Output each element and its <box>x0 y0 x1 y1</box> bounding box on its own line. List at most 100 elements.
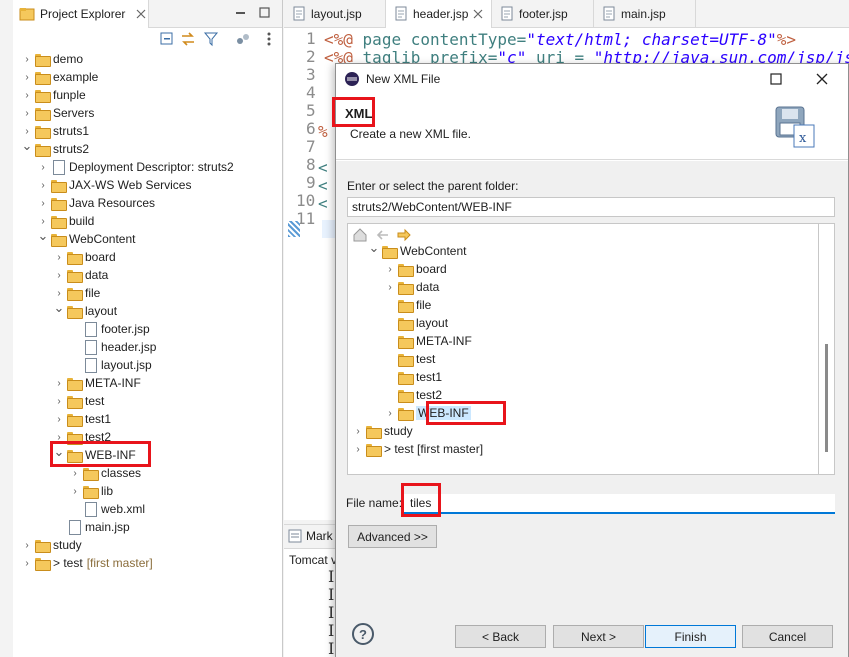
chevron-down-icon[interactable]: ⌄ <box>368 240 380 255</box>
close-icon[interactable] <box>813 70 831 88</box>
tab-footer-jsp[interactable]: footer.jsp <box>492 0 594 28</box>
code-fragment: % <box>318 122 328 141</box>
advanced-button[interactable]: Advanced >> <box>348 525 437 548</box>
back-button[interactable]: < Back <box>455 625 546 648</box>
code-token: <%@ <box>324 30 353 49</box>
folder-tree-item[interactable]: › > test [first master] <box>352 440 483 458</box>
folder-icon <box>66 375 83 391</box>
forward-arrow-icon[interactable] <box>396 227 412 243</box>
finish-button[interactable]: Finish <box>645 625 736 648</box>
folder-tree-scrollbar[interactable] <box>819 223 835 475</box>
chevron-right-icon[interactable]: › <box>53 395 65 407</box>
tree-item[interactable]: main.jsp <box>53 518 130 536</box>
project-explorer-tab[interactable]: Project Explorer <box>13 0 149 28</box>
tree-item[interactable]: › board <box>53 248 116 266</box>
chevron-right-icon[interactable]: › <box>53 287 65 299</box>
parent-folder-input[interactable] <box>347 197 835 217</box>
chevron-right-icon[interactable]: › <box>352 443 364 455</box>
file-name-input[interactable] <box>404 494 835 514</box>
code-line-1[interactable]: <%@ page contentType="text/html; charset… <box>324 30 796 49</box>
tab-layout-jsp[interactable]: layout.jsp <box>284 0 386 28</box>
tree-item[interactable]: › test1 <box>53 410 111 428</box>
tab-header-jsp[interactable]: header.jsp <box>386 0 492 28</box>
project-explorer-tab-bar: Project Explorer <box>13 0 282 28</box>
chevron-right-icon[interactable]: › <box>69 467 81 479</box>
chevron-right-icon[interactable]: › <box>53 251 65 263</box>
tree-item[interactable]: header.jsp <box>69 338 156 356</box>
tree-item[interactable]: › META-INF <box>53 374 141 392</box>
tree-item[interactable]: layout.jsp <box>69 356 152 374</box>
folder-tree[interactable]: ⌄ WebContent › board › data file layout META-INF… <box>347 223 819 475</box>
tree-item[interactable]: › Deployment Descriptor: struts2 <box>37 158 234 176</box>
maximize-icon[interactable] <box>767 70 785 88</box>
link-with-editor-icon[interactable] <box>180 31 196 47</box>
tab-main-jsp[interactable]: main.jsp <box>594 0 696 28</box>
chevron-right-icon[interactable]: › <box>37 179 49 191</box>
minimize-icon[interactable] <box>235 7 246 18</box>
close-icon[interactable] <box>473 9 483 19</box>
chevron-right-icon[interactable]: › <box>352 425 364 437</box>
tree-item[interactable]: › Servers <box>21 104 94 122</box>
folder-tree-item[interactable]: ⌄ WebContent <box>368 240 467 260</box>
cancel-button[interactable]: Cancel <box>742 625 833 648</box>
line-number: 4 <box>306 83 316 102</box>
view-menu-icon[interactable] <box>261 31 277 47</box>
folder-tree-item-label: test1 <box>416 370 443 384</box>
tree-item[interactable]: › study <box>21 536 82 554</box>
folder-tree-item[interactable]: META-INF <box>384 332 472 350</box>
chevron-right-icon[interactable]: › <box>53 413 65 425</box>
tree-item[interactable]: › demo <box>21 50 83 68</box>
markers-tab[interactable]: Mark <box>288 529 333 543</box>
chevron-right-icon[interactable]: › <box>37 161 49 173</box>
chevron-right-icon[interactable]: › <box>21 539 33 551</box>
tree-item[interactable]: web.xml <box>69 500 145 518</box>
chevron-right-icon[interactable]: › <box>37 215 49 227</box>
folder-tree-item[interactable]: layout <box>384 314 448 332</box>
folder-tree-item[interactable]: › study <box>352 422 413 440</box>
chevron-right-icon[interactable]: › <box>21 125 33 137</box>
focus-icon[interactable] <box>235 31 251 47</box>
home-icon[interactable] <box>352 227 368 243</box>
scrollbar-thumb[interactable] <box>825 344 828 452</box>
next-button[interactable]: Next > <box>553 625 644 648</box>
maximize-icon[interactable] <box>259 7 270 18</box>
chevron-right-icon[interactable]: › <box>69 485 81 497</box>
folder-tree-item[interactable]: › data <box>384 278 439 296</box>
tree-item[interactable]: › > test [first master] <box>21 554 153 572</box>
tree-item[interactable]: ⌄ WebContent <box>37 228 136 248</box>
chevron-right-icon[interactable]: › <box>384 407 396 419</box>
minimize-icon[interactable] <box>727 70 745 88</box>
close-icon[interactable] <box>136 9 146 19</box>
chevron-right-icon[interactable]: › <box>21 107 33 119</box>
tree-item[interactable]: › example <box>21 68 98 86</box>
chevron-right-icon[interactable]: › <box>21 71 33 83</box>
chevron-right-icon[interactable]: › <box>21 89 33 101</box>
tree-item[interactable]: ⌄ struts2 <box>21 138 89 158</box>
tree-item[interactable]: › test <box>53 392 104 410</box>
chevron-down-icon[interactable]: ⌄ <box>37 228 49 243</box>
tree-item[interactable]: › lib <box>69 482 113 500</box>
tree-item[interactable]: ⌄ layout <box>53 300 117 320</box>
tree-item[interactable]: › Java Resources <box>37 194 155 212</box>
chevron-right-icon[interactable]: › <box>384 281 396 293</box>
folder-tree-item[interactable]: test1 <box>384 368 442 386</box>
chevron-down-icon[interactable]: ⌄ <box>53 300 65 315</box>
chevron-right-icon[interactable]: › <box>21 53 33 65</box>
chevron-right-icon[interactable]: › <box>53 269 65 281</box>
folder-tree-item[interactable]: file <box>384 296 431 314</box>
tree-item[interactable]: › funple <box>21 86 86 104</box>
tree-item-label: classes <box>101 466 142 480</box>
chevron-right-icon[interactable]: › <box>384 263 396 275</box>
collapse-all-icon[interactable] <box>159 31 175 47</box>
chevron-right-icon[interactable]: › <box>37 197 49 209</box>
help-icon[interactable]: ? <box>352 623 374 645</box>
tree-item[interactable]: › data <box>53 266 108 284</box>
filter-icon[interactable] <box>203 31 219 47</box>
chevron-right-icon[interactable]: › <box>21 557 33 569</box>
chevron-down-icon[interactable]: ⌄ <box>21 138 33 153</box>
folder-tree-item[interactable]: test <box>384 350 435 368</box>
tree-item[interactable]: footer.jsp <box>69 320 150 338</box>
tree-item[interactable]: › JAX-WS Web Services <box>37 176 191 194</box>
chevron-right-icon[interactable]: › <box>53 377 65 389</box>
folder-tree-item[interactable]: › board <box>384 260 447 278</box>
